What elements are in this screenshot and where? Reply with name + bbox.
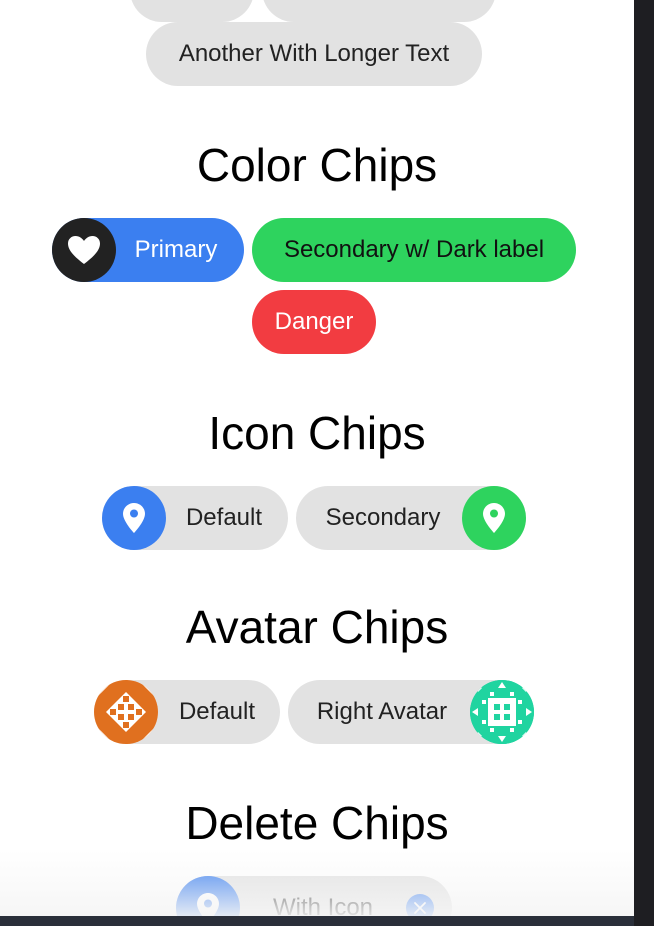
chip-secondary[interactable]: Secondary w/ Dark label bbox=[252, 218, 576, 282]
chip-label: Primary bbox=[134, 236, 218, 263]
chip-label: Right Avatar bbox=[316, 698, 448, 725]
section-title-delete: Delete Chips bbox=[185, 797, 449, 849]
close-icon[interactable] bbox=[406, 894, 434, 916]
heart-icon bbox=[52, 218, 116, 282]
taskbar-edge bbox=[0, 916, 634, 926]
location-pin-icon bbox=[176, 876, 240, 916]
chip-label: Default bbox=[185, 504, 263, 531]
chip-danger[interactable]: Danger bbox=[252, 290, 376, 354]
chip-label: Secondary w/ Dark label bbox=[283, 236, 545, 263]
chip-label: Danger bbox=[274, 308, 354, 335]
chip-label: Default bbox=[178, 698, 256, 725]
chip-delete-with-icon[interactable]: With Icon bbox=[176, 876, 452, 916]
chip-label: With Icon bbox=[272, 894, 374, 916]
chip-label: Another With Longer Text bbox=[178, 40, 450, 67]
chip-partial-right[interactable] bbox=[262, 0, 496, 22]
chips-demo-page: Another With Longer Text Color Chips Pri… bbox=[0, 0, 634, 916]
location-pin-icon bbox=[462, 486, 526, 550]
chip-partial-left[interactable] bbox=[130, 0, 254, 22]
chip-avatar-default[interactable]: Default bbox=[94, 680, 280, 744]
section-title-avatar: Avatar Chips bbox=[185, 601, 449, 653]
location-pin-icon bbox=[102, 486, 166, 550]
avatar bbox=[470, 680, 534, 744]
chip-icon-secondary[interactable]: Secondary bbox=[296, 486, 526, 550]
section-title-icon: Icon Chips bbox=[208, 407, 426, 459]
window-edge bbox=[634, 0, 654, 926]
chip-label: Secondary bbox=[325, 504, 441, 531]
chip-icon-default[interactable]: Default bbox=[102, 486, 288, 550]
section-title-color: Color Chips bbox=[196, 139, 438, 191]
chip-primary[interactable]: Primary bbox=[52, 218, 244, 282]
chip-avatar-right[interactable]: Right Avatar bbox=[288, 680, 534, 744]
avatar bbox=[94, 680, 158, 744]
chip-long-text[interactable]: Another With Longer Text bbox=[146, 22, 482, 86]
